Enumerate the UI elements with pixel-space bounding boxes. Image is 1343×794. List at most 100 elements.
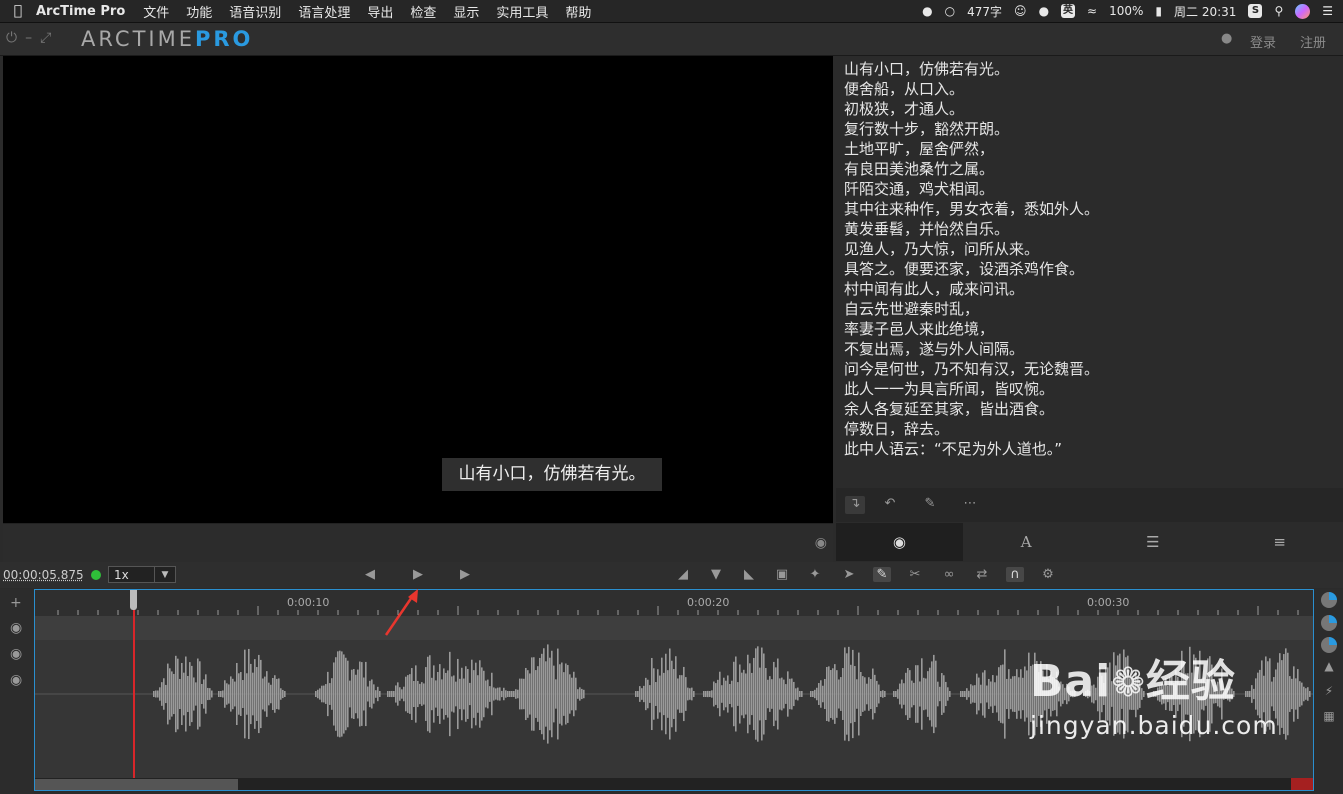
subtitle-line[interactable]: 自云先世避秦时乱， bbox=[836, 299, 1343, 319]
input-method[interactable]: 英 bbox=[1061, 4, 1076, 18]
subtitle-line[interactable]: 阡陌交通，鸡犬相闻。 bbox=[836, 179, 1343, 199]
menu-function[interactable]: 功能 bbox=[186, 2, 212, 21]
timeline-scrollbar[interactable] bbox=[35, 778, 1313, 790]
eye-icon[interactable]: ◉ bbox=[10, 672, 22, 688]
sogou-icon[interactable]: S bbox=[1248, 4, 1263, 18]
chevron-down-icon[interactable]: ▼ bbox=[154, 567, 175, 582]
subtitle-line[interactable]: 村中闻有此人，咸来问讯。 bbox=[836, 279, 1343, 299]
app-menu[interactable]: ArcTime Pro bbox=[36, 4, 125, 19]
waveform-bar bbox=[931, 661, 933, 727]
playhead-handle[interactable] bbox=[130, 590, 137, 610]
menu-display[interactable]: 显示 bbox=[453, 2, 479, 21]
smiley-icon[interactable]: ☺ bbox=[1014, 4, 1027, 18]
link-icon[interactable]: ∞ bbox=[940, 567, 958, 582]
waveform-bar bbox=[755, 648, 757, 740]
subtitle-track[interactable] bbox=[35, 616, 1313, 640]
magic-wand-icon[interactable]: ✦ bbox=[806, 567, 824, 582]
panel-tabs: ◉ A ☰ ≡ bbox=[836, 523, 1343, 561]
tab-styles[interactable]: A bbox=[963, 523, 1090, 561]
more-icon[interactable]: ⋯ bbox=[960, 496, 980, 514]
subtitle-line[interactable]: 率妻子邑人来此绝境， bbox=[836, 319, 1343, 339]
undo-icon[interactable]: ↶ bbox=[880, 496, 900, 514]
previous-icon[interactable]: ◀​ bbox=[361, 567, 379, 582]
menu-utilities[interactable]: 实用工具 bbox=[496, 2, 548, 21]
window-controls[interactable]: ⏻–⤢ bbox=[6, 30, 59, 46]
pointer-icon[interactable]: ➤ bbox=[840, 567, 858, 582]
menu-language-processing[interactable]: 语言处理 bbox=[298, 2, 350, 21]
scrollbar-thumb[interactable] bbox=[35, 779, 238, 790]
subtitle-line[interactable]: 具答之。便要还家，设酒杀鸡作食。 bbox=[836, 259, 1343, 279]
qq-icon[interactable]: ● bbox=[922, 4, 932, 18]
tab-settings[interactable]: ≡ bbox=[1216, 523, 1343, 561]
subtitle-line[interactable]: 见渔人，乃大惊，问所从来。 bbox=[836, 239, 1343, 259]
play-icon[interactable]: ▶ bbox=[409, 567, 427, 582]
register-button[interactable]: 注册 bbox=[1300, 32, 1326, 51]
gear-icon[interactable]: ⚙ bbox=[1039, 567, 1057, 582]
keyboard-icon[interactable]: ▦ bbox=[1321, 709, 1337, 725]
video-preview[interactable]: 山有小口，仿佛若有光。 bbox=[3, 56, 833, 523]
timeline[interactable]: 0:00:10 0:00:20 0:00:30 bbox=[34, 589, 1314, 791]
subtitle-text-editor[interactable]: 山有小口，仿佛若有光。 便舍船，从口入。 初极狭，才通人。 复行数十步，豁然开朗… bbox=[836, 56, 1343, 488]
subtitle-line[interactable]: 初极狭，才通人。 bbox=[836, 99, 1343, 119]
menu-check[interactable]: 检查 bbox=[410, 2, 436, 21]
next-icon[interactable]: ▶ bbox=[456, 567, 474, 582]
menu-file[interactable]: 文件 bbox=[143, 2, 169, 21]
magnet-icon[interactable]: ∩ bbox=[1006, 567, 1024, 582]
tab-list[interactable]: ☰ bbox=[1090, 523, 1217, 561]
menu-help[interactable]: 帮助 bbox=[565, 2, 591, 21]
import-icon[interactable]: ↴ bbox=[845, 496, 865, 514]
battery-icon[interactable]: ▮ bbox=[1155, 4, 1162, 18]
spotlight-icon[interactable]: ⚲ bbox=[1274, 4, 1283, 18]
volume-knob-icon[interactable] bbox=[1321, 592, 1337, 608]
subtitle-line[interactable]: 有良田美池桑竹之属。 bbox=[836, 159, 1343, 179]
subtitle-line[interactable]: 便舍船，从口入。 bbox=[836, 79, 1343, 99]
speed-select[interactable]: 1x ▼ bbox=[108, 566, 176, 583]
subtitle-line[interactable]: 问今是何世，乃不知有汉，无论魏晋。 bbox=[836, 359, 1343, 379]
subtitle-line[interactable]: 此中人语云：“不足为外人道也。” bbox=[836, 439, 1343, 459]
trim-left-icon[interactable]: ◢ bbox=[674, 567, 692, 582]
eye-icon[interactable]: ◉ bbox=[10, 646, 22, 662]
menu-speech-recognition[interactable]: 语音识别 bbox=[229, 2, 281, 21]
subtitle-line[interactable]: 余人各复延至其家，皆出酒食。 bbox=[836, 399, 1343, 419]
microphone-icon[interactable]: ● bbox=[1039, 4, 1049, 18]
subtitle-line[interactable]: 停数日，辞去。 bbox=[836, 419, 1343, 439]
timecode[interactable]: 00:00:05.875 bbox=[3, 568, 84, 582]
edit-mode-icon[interactable]: ✎ bbox=[873, 567, 891, 582]
subtitle-line[interactable]: 黄发垂髫，并怡然自乐。 bbox=[836, 219, 1343, 239]
add-track-icon[interactable]: + bbox=[10, 595, 22, 611]
subtitle-line[interactable]: 土地平旷，屋舍俨然， bbox=[836, 139, 1343, 159]
playhead[interactable] bbox=[133, 590, 135, 778]
subtitle-line[interactable]: 复行数十步，豁然开朗。 bbox=[836, 119, 1343, 139]
wechat-icon[interactable]: ○ bbox=[945, 4, 955, 18]
subtitle-line[interactable]: 此人一一为具言所闻，皆叹惋。 bbox=[836, 379, 1343, 399]
subtitle-overlay[interactable]: 山有小口，仿佛若有光。 bbox=[442, 458, 662, 491]
audio-waveform[interactable] bbox=[35, 640, 1314, 778]
wifi-icon[interactable]: ≈ bbox=[1087, 4, 1097, 18]
word-count[interactable]: 477字 bbox=[967, 3, 1002, 20]
waveform-bar bbox=[799, 691, 801, 697]
scissors-icon[interactable]: ✂ bbox=[906, 567, 924, 582]
pencil-icon[interactable]: ✎ bbox=[920, 496, 940, 514]
subtitle-line[interactable]: 不复出焉，遂与外人间隔。 bbox=[836, 339, 1343, 359]
subtitle-line[interactable]: 其中往来种作，男女衣着，悉如外人。 bbox=[836, 199, 1343, 219]
login-button[interactable]: 登录 bbox=[1250, 32, 1276, 51]
waveform-icon[interactable]: ▲ bbox=[1321, 659, 1337, 675]
siri-icon[interactable] bbox=[1295, 3, 1311, 19]
trim-right-icon[interactable]: ◣ bbox=[740, 567, 758, 582]
volume-knob-icon[interactable] bbox=[1321, 615, 1337, 631]
eye-icon[interactable]: ◉ bbox=[815, 535, 827, 551]
tab-subtitles[interactable]: ◉ bbox=[836, 523, 963, 561]
time-ruler[interactable]: 0:00:10 0:00:20 0:00:30 bbox=[35, 590, 1313, 616]
volume-knob-icon[interactable] bbox=[1321, 637, 1337, 653]
apple-icon[interactable]:  bbox=[0, 3, 36, 19]
lightning-icon[interactable]: ⚡ bbox=[1321, 684, 1337, 700]
swap-icon[interactable]: ⇄ bbox=[973, 567, 991, 582]
menu-export[interactable]: 导出 bbox=[367, 2, 393, 21]
marker-down-icon[interactable]: ▼ bbox=[707, 567, 725, 582]
eye-icon[interactable]: ◉ bbox=[10, 620, 22, 636]
battery-percent[interactable]: 100% bbox=[1109, 4, 1143, 18]
camera-icon[interactable]: ▣ bbox=[773, 567, 791, 582]
clock[interactable]: 周二 20:31 bbox=[1174, 3, 1236, 20]
subtitle-line[interactable]: 山有小口，仿佛若有光。 bbox=[836, 59, 1343, 79]
notification-center-icon[interactable]: ☰ bbox=[1322, 4, 1333, 18]
